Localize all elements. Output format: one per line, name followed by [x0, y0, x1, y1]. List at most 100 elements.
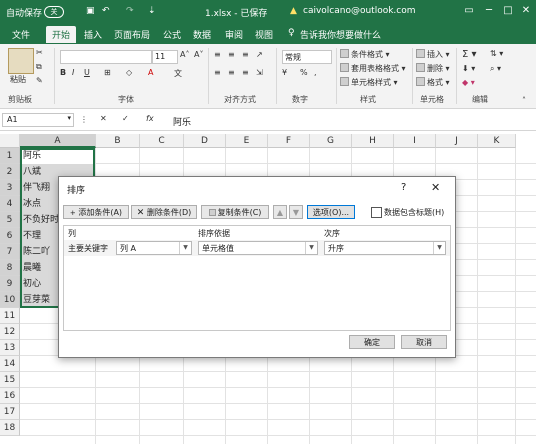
align-left-icon[interactable]: ≡: [214, 68, 221, 77]
select-all-corner[interactable]: [0, 134, 20, 148]
formula-input[interactable]: 阿乐: [168, 113, 532, 128]
row-header-6[interactable]: 6: [0, 228, 20, 244]
comma-icon[interactable]: ,: [314, 68, 317, 77]
column-header-b[interactable]: B: [96, 134, 140, 148]
column-header-j[interactable]: J: [436, 134, 478, 148]
align-bottom-icon[interactable]: ≡: [242, 50, 249, 59]
wrap-text-icon[interactable]: ⇲: [256, 68, 263, 77]
align-middle-icon[interactable]: ≡: [228, 50, 235, 59]
fill-color-icon[interactable]: ◇: [126, 68, 132, 77]
move-down-button[interactable]: ▼: [289, 205, 303, 219]
header-checkbox[interactable]: [371, 207, 382, 218]
row-header-9[interactable]: 9: [0, 276, 20, 292]
find-icon[interactable]: ⌕ ▾: [490, 64, 501, 74]
underline-icon[interactable]: U: [84, 68, 90, 77]
cut-icon[interactable]: ✂: [36, 48, 43, 57]
font-size-box[interactable]: 11: [152, 50, 178, 64]
maximize-icon[interactable]: □: [501, 4, 515, 18]
name-box[interactable]: A1 ▾: [2, 113, 74, 127]
autosave-toggle[interactable]: 关: [44, 6, 64, 18]
align-center-icon[interactable]: ≡: [228, 68, 235, 77]
sort-on-select[interactable]: 单元格值 ▼: [198, 241, 318, 255]
delete-level-button[interactable]: ✕ 删除条件(D): [131, 205, 197, 219]
row-header-10[interactable]: 10: [0, 292, 20, 308]
enter-icon[interactable]: ✓: [122, 114, 129, 123]
format-as-table-button[interactable]: 套用表格格式 ▾: [340, 63, 406, 74]
chevron-down-icon[interactable]: ▾: [67, 114, 71, 122]
format-painter-icon[interactable]: ✎: [36, 76, 43, 85]
column-header-g[interactable]: G: [310, 134, 352, 148]
row-header-5[interactable]: 5: [0, 212, 20, 228]
minimize-icon[interactable]: ─: [482, 4, 496, 18]
align-right-icon[interactable]: ≡: [242, 68, 249, 77]
tab-insert[interactable]: 插入: [84, 28, 102, 41]
copy-icon[interactable]: ⧉: [36, 62, 42, 72]
paste-button[interactable]: 粘贴: [10, 74, 26, 85]
undo-icon[interactable]: ↶: [102, 6, 110, 16]
close-icon[interactable]: ✕: [519, 4, 533, 18]
ok-button[interactable]: 确定: [349, 335, 395, 349]
percent-icon[interactable]: %: [300, 68, 308, 77]
font-color-icon[interactable]: A: [148, 68, 153, 77]
row-header-13[interactable]: 13: [0, 340, 20, 356]
header-checkbox-label[interactable]: 数据包含标题(H): [384, 207, 444, 218]
delete-button[interactable]: 删除 ▾: [416, 63, 450, 74]
fill-icon[interactable]: ⬇ ▾: [462, 64, 475, 73]
redo-icon[interactable]: ↷: [126, 6, 134, 16]
tab-view[interactable]: 视图: [255, 28, 273, 41]
cell-a1[interactable]: 阿乐: [21, 148, 95, 164]
sort-level-row[interactable]: 主要关键字 列 A ▼ 单元格值 ▼ 升序 ▼: [64, 240, 450, 256]
grow-font-icon[interactable]: A˄: [180, 50, 189, 59]
column-header-c[interactable]: C: [140, 134, 184, 148]
cancel-button[interactable]: 取消: [401, 335, 447, 349]
tell-me-search[interactable]: 告诉我你想要做什么: [300, 28, 381, 41]
row-header-12[interactable]: 12: [0, 324, 20, 340]
column-header-a[interactable]: A: [20, 134, 96, 148]
column-header-h[interactable]: H: [352, 134, 394, 148]
row-header-18[interactable]: 18: [0, 420, 20, 436]
tab-formulas[interactable]: 公式: [163, 28, 181, 41]
row-header-15[interactable]: 15: [0, 372, 20, 388]
add-level-button[interactable]: + 添加条件(A): [63, 205, 129, 219]
sort-order-select[interactable]: 升序 ▼: [324, 241, 446, 255]
tab-review[interactable]: 审阅: [225, 28, 243, 41]
tab-file[interactable]: 文件: [12, 28, 30, 41]
conditional-format-button[interactable]: 条件格式 ▾: [340, 49, 390, 60]
row-header-2[interactable]: 2: [0, 164, 20, 180]
close-icon[interactable]: ✕: [431, 181, 440, 194]
clear-icon[interactable]: ◆ ▾: [462, 78, 475, 87]
tab-data[interactable]: 数据: [193, 28, 211, 41]
align-top-icon[interactable]: ≡: [214, 50, 221, 59]
save-icon[interactable]: ▣: [86, 6, 95, 16]
sort-column-select[interactable]: 列 A ▼: [116, 241, 192, 255]
options-button[interactable]: 选项(O)...: [307, 205, 355, 219]
bold-icon[interactable]: B: [60, 68, 66, 77]
italic-icon[interactable]: I: [72, 68, 74, 77]
customize-icon[interactable]: ⇣: [148, 6, 156, 16]
format-button[interactable]: 格式 ▾: [416, 77, 450, 88]
copy-level-button[interactable]: 复制条件(C): [201, 205, 269, 219]
row-header-16[interactable]: 16: [0, 388, 20, 404]
warning-icon[interactable]: ▲: [290, 6, 297, 16]
paste-icon[interactable]: [8, 48, 34, 74]
font-name-box[interactable]: [60, 50, 152, 64]
border-icon[interactable]: ⊞: [104, 68, 111, 77]
column-header-f[interactable]: F: [268, 134, 310, 148]
account-name[interactable]: caivolcano@outlook.com: [303, 6, 416, 16]
cancel-icon[interactable]: ✕: [100, 114, 107, 123]
column-header-k[interactable]: K: [478, 134, 516, 148]
row-header-3[interactable]: 3: [0, 180, 20, 196]
collapse-ribbon-icon[interactable]: ˄: [522, 96, 526, 105]
tab-page-layout[interactable]: 页面布局: [114, 28, 150, 41]
column-header-d[interactable]: D: [184, 134, 226, 148]
move-up-button[interactable]: ▲: [273, 205, 287, 219]
ribbon-display-icon[interactable]: ▭: [462, 4, 476, 18]
help-icon[interactable]: ?: [401, 182, 406, 193]
phonetic-icon[interactable]: 文: [174, 68, 182, 79]
row-header-4[interactable]: 4: [0, 196, 20, 212]
insert-function-icon[interactable]: fx: [146, 114, 154, 123]
sort-filter-icon[interactable]: ⇅ ▾: [490, 49, 503, 58]
cell-styles-button[interactable]: 单元格样式 ▾: [340, 77, 398, 88]
tab-home[interactable]: 开始: [46, 26, 77, 43]
row-header-8[interactable]: 8: [0, 260, 20, 276]
